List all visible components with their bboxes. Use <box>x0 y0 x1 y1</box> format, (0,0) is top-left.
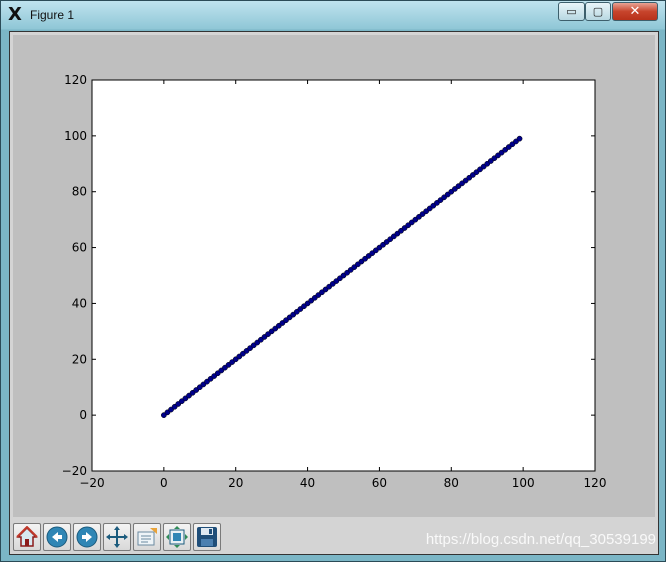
x-tick-label: −20 <box>79 476 104 490</box>
y-tick-label: 40 <box>72 296 87 310</box>
x-tick-label: 60 <box>372 476 387 490</box>
save-button[interactable] <box>193 523 221 551</box>
y-tick-label: 20 <box>72 352 87 366</box>
forward-arrow-icon <box>76 526 98 548</box>
chart: −20 0 20 40 60 80 100 120 −20 0 20 40 60 80 100 120 <box>62 73 607 490</box>
title-bar[interactable]: X Figure 1 ▭ ▢ ✕ <box>1 1 665 30</box>
y-tick-label: 80 <box>72 185 87 199</box>
figure-canvas[interactable]: −20 0 20 40 60 80 100 120 −20 0 20 40 60 80 100 120 <box>13 35 655 517</box>
x-tick-label: 80 <box>444 476 459 490</box>
zoom-button[interactable] <box>133 523 161 551</box>
x-tick-label: 0 <box>160 476 168 490</box>
maximize-button[interactable]: ▢ <box>585 2 611 21</box>
y-tick-label: 100 <box>64 129 87 143</box>
navigation-toolbar: https://blog.csdn.net/qq_30539199 <box>10 519 658 554</box>
back-arrow-icon <box>46 526 68 548</box>
pan-move-icon <box>106 526 128 548</box>
window-title: Figure 1 <box>30 8 75 22</box>
minimize-button[interactable]: ▭ <box>558 2 585 21</box>
data-point <box>516 135 523 142</box>
x-tick-label: 40 <box>300 476 315 490</box>
y-tick-label: 60 <box>72 241 87 255</box>
home-icon <box>16 526 38 547</box>
save-floppy-icon <box>197 527 217 547</box>
home-button[interactable] <box>13 523 41 551</box>
subplots-button[interactable] <box>163 523 191 551</box>
y-tick-label: 0 <box>79 408 87 422</box>
y-tick-label: −20 <box>62 464 87 478</box>
subplots-config-icon <box>166 526 188 548</box>
y-tick-label: 120 <box>64 73 87 87</box>
x-tick-label: 20 <box>228 476 243 490</box>
x-tick-label: 120 <box>584 476 607 490</box>
client-area: −20 0 20 40 60 80 100 120 −20 0 20 40 60 80 100 120 <box>9 31 659 555</box>
watermark: https://blog.csdn.net/qq_30539199 <box>425 531 656 548</box>
zoom-rect-icon <box>137 528 157 546</box>
x11-app-icon: X <box>8 4 22 25</box>
forward-button[interactable] <box>73 523 101 551</box>
x-tick-label: 100 <box>512 476 535 490</box>
close-button[interactable]: ✕ <box>612 2 658 21</box>
pan-button[interactable] <box>103 523 131 551</box>
figure-window: X Figure 1 ▭ ▢ ✕ −20 0 20 40 60 80 100 120 −20 0 2… <box>0 0 666 562</box>
back-button[interactable] <box>43 523 71 551</box>
